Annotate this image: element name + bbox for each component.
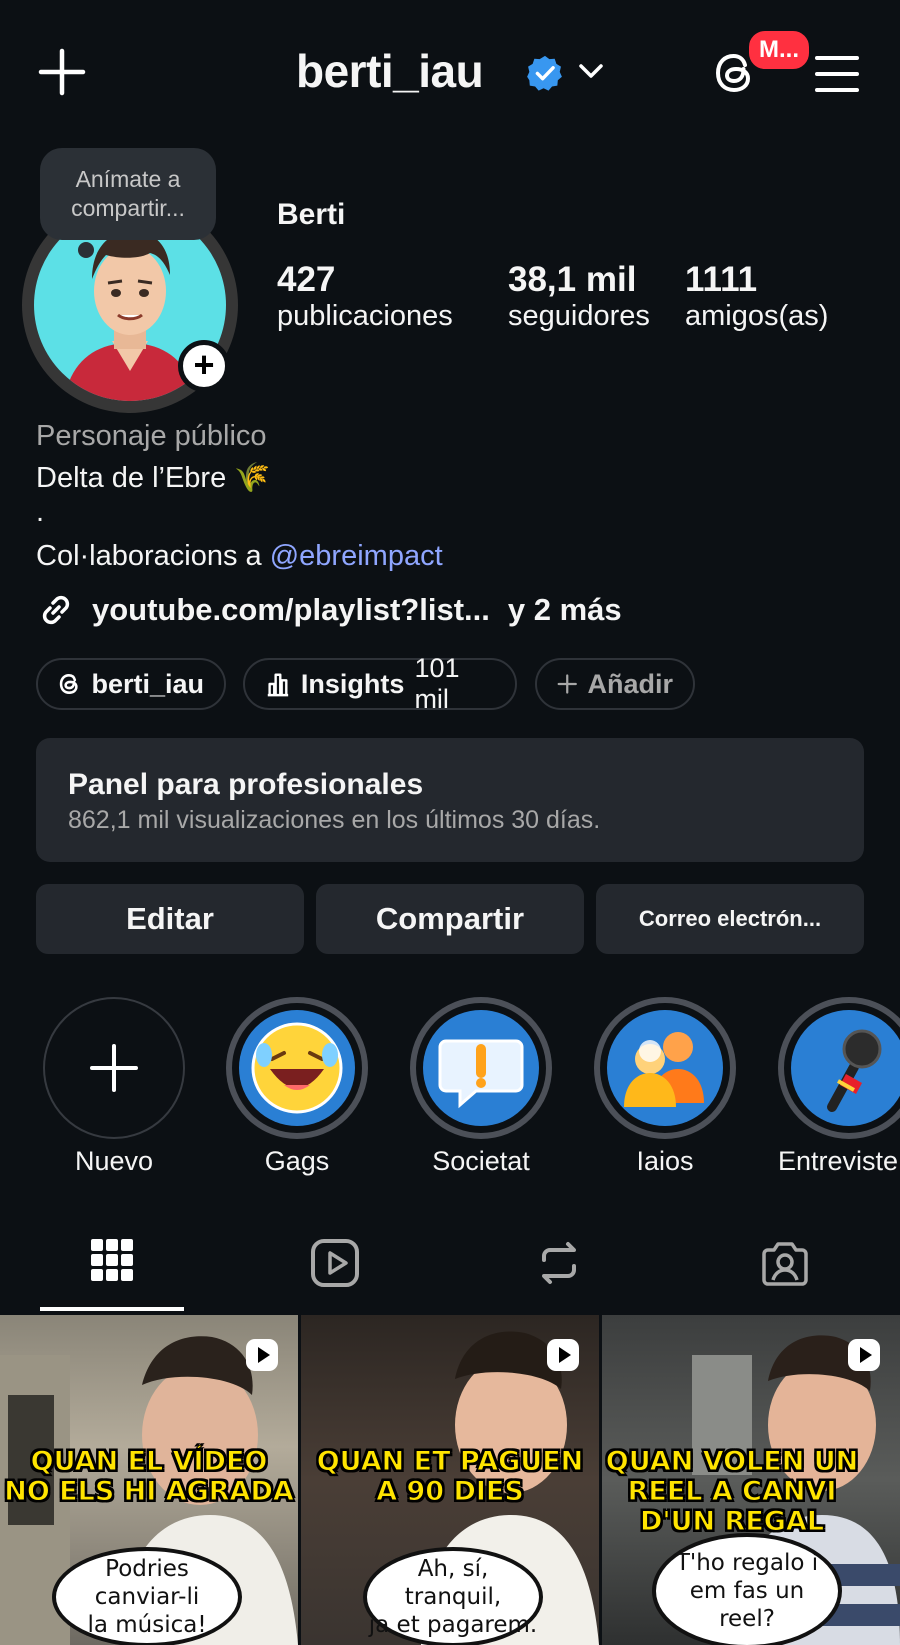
highlight-societat[interactable] bbox=[410, 997, 552, 1139]
add-story-button[interactable]: + bbox=[178, 340, 230, 392]
bio-link-more[interactable]: y 2 más bbox=[508, 592, 622, 628]
insights-chip[interactable]: Insights 101 mil bbox=[243, 653, 517, 714]
username-title[interactable]: berti_iau bbox=[296, 44, 484, 98]
post-caption-line: NO ELS HI AGRADA bbox=[4, 1476, 295, 1507]
post-caption-line: QUAN ET PAGUEN bbox=[316, 1446, 584, 1477]
speech-line: T'ho regalo i bbox=[675, 1550, 819, 1576]
insights-chart-icon bbox=[267, 673, 289, 697]
add-chip[interactable]: Añadir bbox=[535, 658, 695, 710]
bio-collab-text: Col·laboracions a bbox=[36, 540, 270, 572]
plus-icon bbox=[38, 48, 86, 96]
insights-chip-label: Insights bbox=[300, 668, 405, 699]
stat-friends-label: amigos(as) bbox=[685, 300, 829, 332]
plus-icon bbox=[90, 1044, 138, 1092]
bio-link-url[interactable]: youtube.com/playlist?list... bbox=[92, 592, 490, 628]
stat-followers[interactable]: 38,1 mil seguidores bbox=[508, 260, 650, 333]
tagged-icon bbox=[762, 1242, 808, 1286]
tab-grid[interactable] bbox=[90, 1238, 134, 1287]
post-caption-line: QUAN EL VÍDEO bbox=[30, 1446, 268, 1477]
speech-line: la música! bbox=[87, 1612, 207, 1638]
account-switcher-chevron-icon[interactable] bbox=[578, 62, 604, 85]
speech-bubble: Podries canviar-li la música! bbox=[52, 1547, 242, 1645]
highlight-entreviste[interactable] bbox=[778, 997, 900, 1139]
bio-links[interactable]: youtube.com/playlist?list... y 2 más bbox=[36, 590, 622, 630]
speech-bubble-exclamation-icon bbox=[423, 1010, 539, 1126]
share-profile-button[interactable]: Compartir bbox=[316, 884, 584, 954]
tab-reels[interactable] bbox=[310, 1238, 360, 1293]
microphone-icon bbox=[791, 1010, 900, 1126]
menu-icon bbox=[815, 56, 859, 92]
note-text-line-2: compartir... bbox=[71, 195, 185, 221]
new-highlight-button[interactable] bbox=[43, 997, 185, 1139]
bio-line-1: Delta de l’Ebre 🌾 bbox=[36, 462, 271, 494]
verified-badge-icon bbox=[526, 54, 564, 97]
speech-line: Ah, sí, tranquil, bbox=[404, 1556, 502, 1610]
add-chip-label: Añadir bbox=[587, 668, 673, 699]
highlight-label-gags: Gags bbox=[264, 1146, 330, 1176]
post-caption-line: QUAN VOLEN UN bbox=[605, 1446, 859, 1477]
stat-posts-value: 427 bbox=[277, 260, 336, 299]
link-icon bbox=[42, 595, 70, 625]
stat-posts[interactable]: 427 publicaciones bbox=[277, 260, 453, 333]
profile-category: Personaje público bbox=[36, 420, 267, 452]
reels-icon bbox=[311, 1239, 359, 1287]
speech-bubble: Ah, sí, tranquil, ja et pagarem. bbox=[363, 1547, 543, 1645]
plus-icon: + bbox=[193, 344, 215, 385]
notification-badge[interactable]: M... bbox=[746, 28, 812, 72]
plus-icon bbox=[557, 674, 577, 694]
reel-indicator-icon bbox=[244, 1337, 280, 1378]
bio-line-2: . bbox=[36, 496, 45, 528]
post-caption: QUAN ET PAGUEN A 90 DIES bbox=[301, 1446, 599, 1507]
post-caption-line: A 90 DIES bbox=[376, 1476, 525, 1507]
grid-icon bbox=[91, 1239, 133, 1281]
reel-indicator-icon bbox=[545, 1337, 581, 1378]
speech-line: em fas un bbox=[689, 1578, 805, 1604]
highlight-label-new: Nuevo bbox=[74, 1146, 154, 1176]
email-button[interactable]: Correo electrón... bbox=[596, 884, 864, 954]
highlight-gags[interactable] bbox=[226, 997, 368, 1139]
tab-reposts[interactable] bbox=[534, 1238, 584, 1293]
post-caption: QUAN VOLEN UN REEL A CANVI D'UN REGAL bbox=[602, 1446, 862, 1537]
post-caption-line: REEL A CANVI bbox=[627, 1476, 837, 1507]
threads-profile-chip[interactable]: berti_iau bbox=[36, 658, 226, 710]
professional-dashboard-title: Panel para profesionales bbox=[68, 768, 424, 801]
note-bubble[interactable]: Anímate a compartir... bbox=[40, 148, 216, 240]
professional-dashboard-subtitle: 862,1 mil visualizaciones en los últimos… bbox=[68, 806, 601, 834]
reel-indicator-icon bbox=[846, 1337, 882, 1378]
speech-bubble: T'ho regalo i em fas un reel? bbox=[652, 1533, 842, 1645]
stat-posts-label: publicaciones bbox=[277, 300, 453, 332]
stat-followers-label: seguidores bbox=[508, 300, 650, 332]
insights-chip-value: 101 mil bbox=[414, 653, 460, 714]
stat-friends[interactable]: 1111 amigos(as) bbox=[685, 260, 828, 333]
bio-mention-link[interactable]: @ebreimpact bbox=[270, 540, 443, 572]
menu-button[interactable] bbox=[814, 54, 860, 99]
speech-line: Podries canviar-li bbox=[94, 1556, 200, 1610]
stat-friends-value: 1111 bbox=[685, 260, 758, 299]
threads-icon bbox=[59, 674, 78, 694]
highlight-label-iaios: Iaios bbox=[636, 1146, 694, 1176]
display-name: Berti bbox=[277, 198, 346, 231]
post-caption-line: D'UN REGAL bbox=[639, 1506, 825, 1537]
laughing-emoji-icon bbox=[239, 1010, 355, 1126]
active-tab-indicator bbox=[40, 1307, 184, 1311]
note-text-line-1: Anímate a bbox=[75, 166, 181, 192]
note-bubble-tail bbox=[78, 242, 94, 258]
post-caption: QUAN EL VÍDEO NO ELS HI AGRADA bbox=[0, 1446, 298, 1507]
edit-profile-button[interactable]: Editar bbox=[36, 884, 304, 954]
create-button[interactable] bbox=[38, 48, 86, 96]
speech-line: reel? bbox=[719, 1606, 775, 1632]
threads-chip-label: berti_iau bbox=[91, 668, 204, 699]
reposts-icon bbox=[542, 1242, 576, 1284]
highlight-label-entreviste: Entreviste bbox=[778, 1146, 899, 1176]
grandparents-icon bbox=[607, 1010, 723, 1126]
highlight-iaios[interactable] bbox=[594, 997, 736, 1139]
speech-line: ja et pagarem. bbox=[368, 1612, 538, 1638]
stat-followers-value: 38,1 mil bbox=[508, 260, 637, 299]
bio-line-3: Col·laboracions a @ebreimpact bbox=[36, 540, 443, 573]
tab-tagged[interactable] bbox=[760, 1238, 810, 1293]
highlight-label-societat: Societat bbox=[432, 1146, 530, 1176]
